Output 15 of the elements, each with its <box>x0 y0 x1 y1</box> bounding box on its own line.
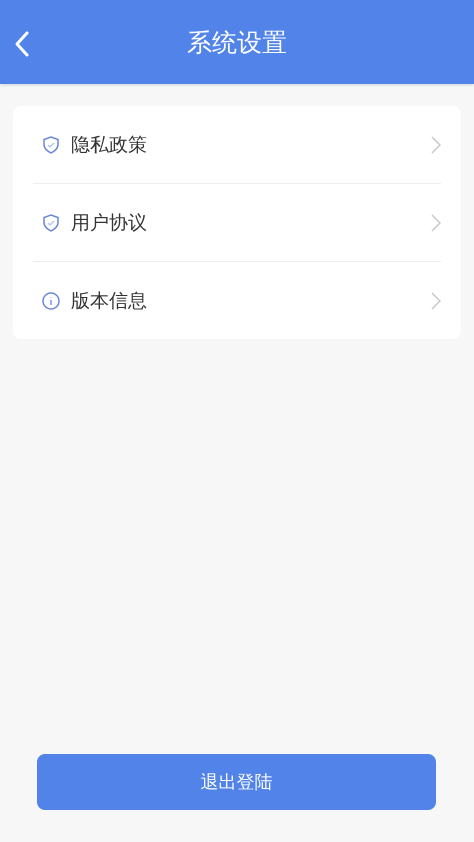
chevron-right-icon <box>431 292 441 310</box>
shield-check-icon <box>41 134 61 154</box>
logout-button[interactable]: 退出登陆 <box>37 754 436 810</box>
chevron-right-icon <box>431 136 441 154</box>
info-icon <box>41 290 61 310</box>
page-title: 系统设置 <box>187 26 287 58</box>
menu-label: 版本信息 <box>71 288 148 314</box>
back-icon <box>14 30 30 58</box>
menu-label: 用户协议 <box>71 210 148 236</box>
menu-item[interactable]: 用户协议 <box>33 184 441 262</box>
chevron-right-icon <box>431 214 441 232</box>
menu-label: 隐私政策 <box>71 132 148 158</box>
shield-check-icon <box>41 212 61 232</box>
menu-item[interactable]: 隐私政策 <box>33 106 441 184</box>
menu-item[interactable]: 版本信息 <box>33 262 441 339</box>
